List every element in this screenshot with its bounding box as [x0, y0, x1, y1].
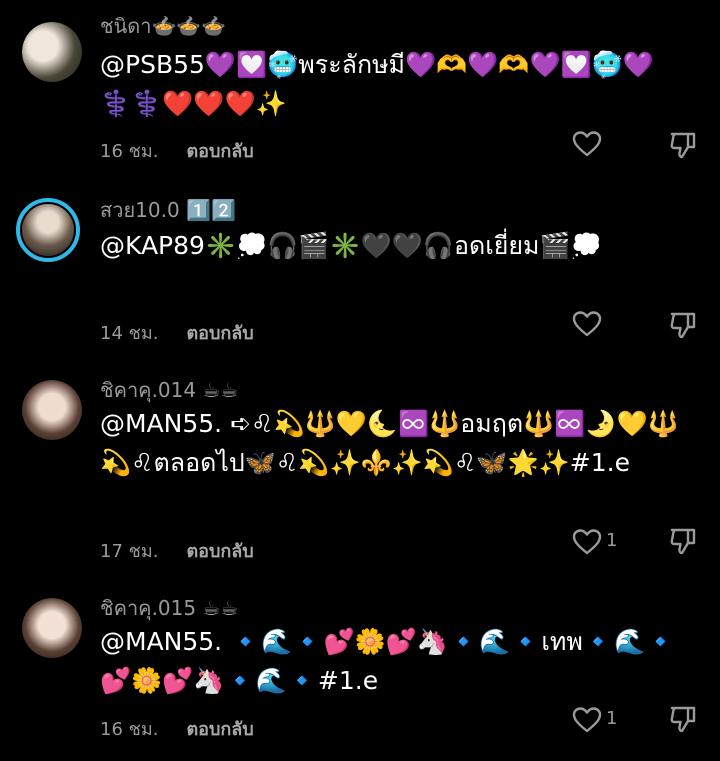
- comment-time: 16 ชม.: [100, 719, 159, 740]
- thumbs-down-icon: [670, 706, 696, 733]
- comment-time: 14 ชม.: [100, 323, 159, 344]
- comment-text: @KAP89✳️💭🎧🎬✳️🖤🖤🎧อดเยี่ยม🎬💭: [100, 231, 602, 260]
- comment-item: ชิคาคุ.014 ☕☕ @MAN55. ➪♌💫🔱💛🌜♾️🔱อมฤต🔱♾️🌛💛…: [0, 360, 720, 580]
- comment-item: ชนิดา🍲🍲🍲 @PSB55💜💟🥶พระลักษมี💜🫶💜🫶💜💟🥶💜⚕️⚕️❤…: [0, 0, 720, 180]
- heart-icon: [572, 707, 602, 733]
- comment-username[interactable]: ชนิดา🍲🍲🍲: [100, 10, 226, 42]
- comment-meta: 16 ชม. ตอบกลับ: [100, 714, 254, 743]
- dislike-button[interactable]: [668, 310, 698, 340]
- like-count: 1: [606, 708, 618, 729]
- reply-button[interactable]: ตอบกลับ: [186, 719, 253, 740]
- dislike-button[interactable]: [668, 130, 698, 160]
- comment-item: ชิคาคุ.015 ☕☕ @MAN55. 🔹🌊🔹💕🌼💕🦄🔹🌊🔹เทพ🔹🌊🔹💕🌼…: [0, 580, 720, 761]
- avatar[interactable]: [22, 380, 82, 440]
- avatar[interactable]: [22, 598, 82, 658]
- dislike-button[interactable]: [668, 704, 698, 734]
- comment-meta: 16 ชม. ตอบกลับ: [100, 136, 254, 165]
- comment-meta: 17 ชม. ตอบกลับ: [100, 536, 254, 565]
- like-button[interactable]: [572, 130, 602, 158]
- comment-item: สวย10.0 1️⃣2️⃣ @KAP89✳️💭🎧🎬✳️🖤🖤🎧อดเยี่ยม🎬…: [0, 180, 720, 360]
- thumbs-down-icon: [670, 528, 696, 555]
- heart-icon: [572, 529, 602, 555]
- comment-username[interactable]: ชิคาคุ.015 ☕☕: [100, 592, 238, 624]
- thumbs-down-icon: [670, 312, 696, 339]
- like-button[interactable]: [572, 528, 602, 556]
- comment-text: @PSB55💜💟🥶พระลักษมี💜🫶💜🫶💜💟🥶💜⚕️⚕️❤️❤️❤️✨: [100, 50, 655, 118]
- dislike-button[interactable]: [668, 526, 698, 556]
- comment-username[interactable]: ชิคาคุ.014 ☕☕: [100, 374, 238, 406]
- reply-button[interactable]: ตอบกลับ: [186, 323, 253, 344]
- comment-text: @MAN55. 🔹🌊🔹💕🌼💕🦄🔹🌊🔹เทพ🔹🌊🔹💕🌼💕🦄🔹🌊🔹#1.e: [100, 627, 677, 695]
- comment-text: @MAN55. ➪♌💫🔱💛🌜♾️🔱อมฤต🔱♾️🌛💛🔱💫♌ตลอดไป🦋♌💫✨⚜…: [100, 409, 679, 477]
- like-button[interactable]: [572, 706, 602, 734]
- heart-icon: [572, 131, 602, 157]
- comment-username[interactable]: สวย10.0 1️⃣2️⃣: [100, 194, 236, 226]
- like-button[interactable]: [572, 310, 602, 338]
- comment-time: 16 ชม.: [100, 141, 159, 162]
- avatar[interactable]: [22, 22, 82, 82]
- reply-button[interactable]: ตอบกลับ: [186, 541, 253, 562]
- heart-icon: [572, 311, 602, 337]
- like-count: 1: [606, 530, 618, 551]
- reply-button[interactable]: ตอบกลับ: [186, 141, 253, 162]
- thumbs-down-icon: [670, 132, 696, 159]
- comment-time: 17 ชม.: [100, 541, 159, 562]
- comment-meta: 14 ชม. ตอบกลับ: [100, 318, 254, 347]
- avatar[interactable]: [16, 198, 80, 262]
